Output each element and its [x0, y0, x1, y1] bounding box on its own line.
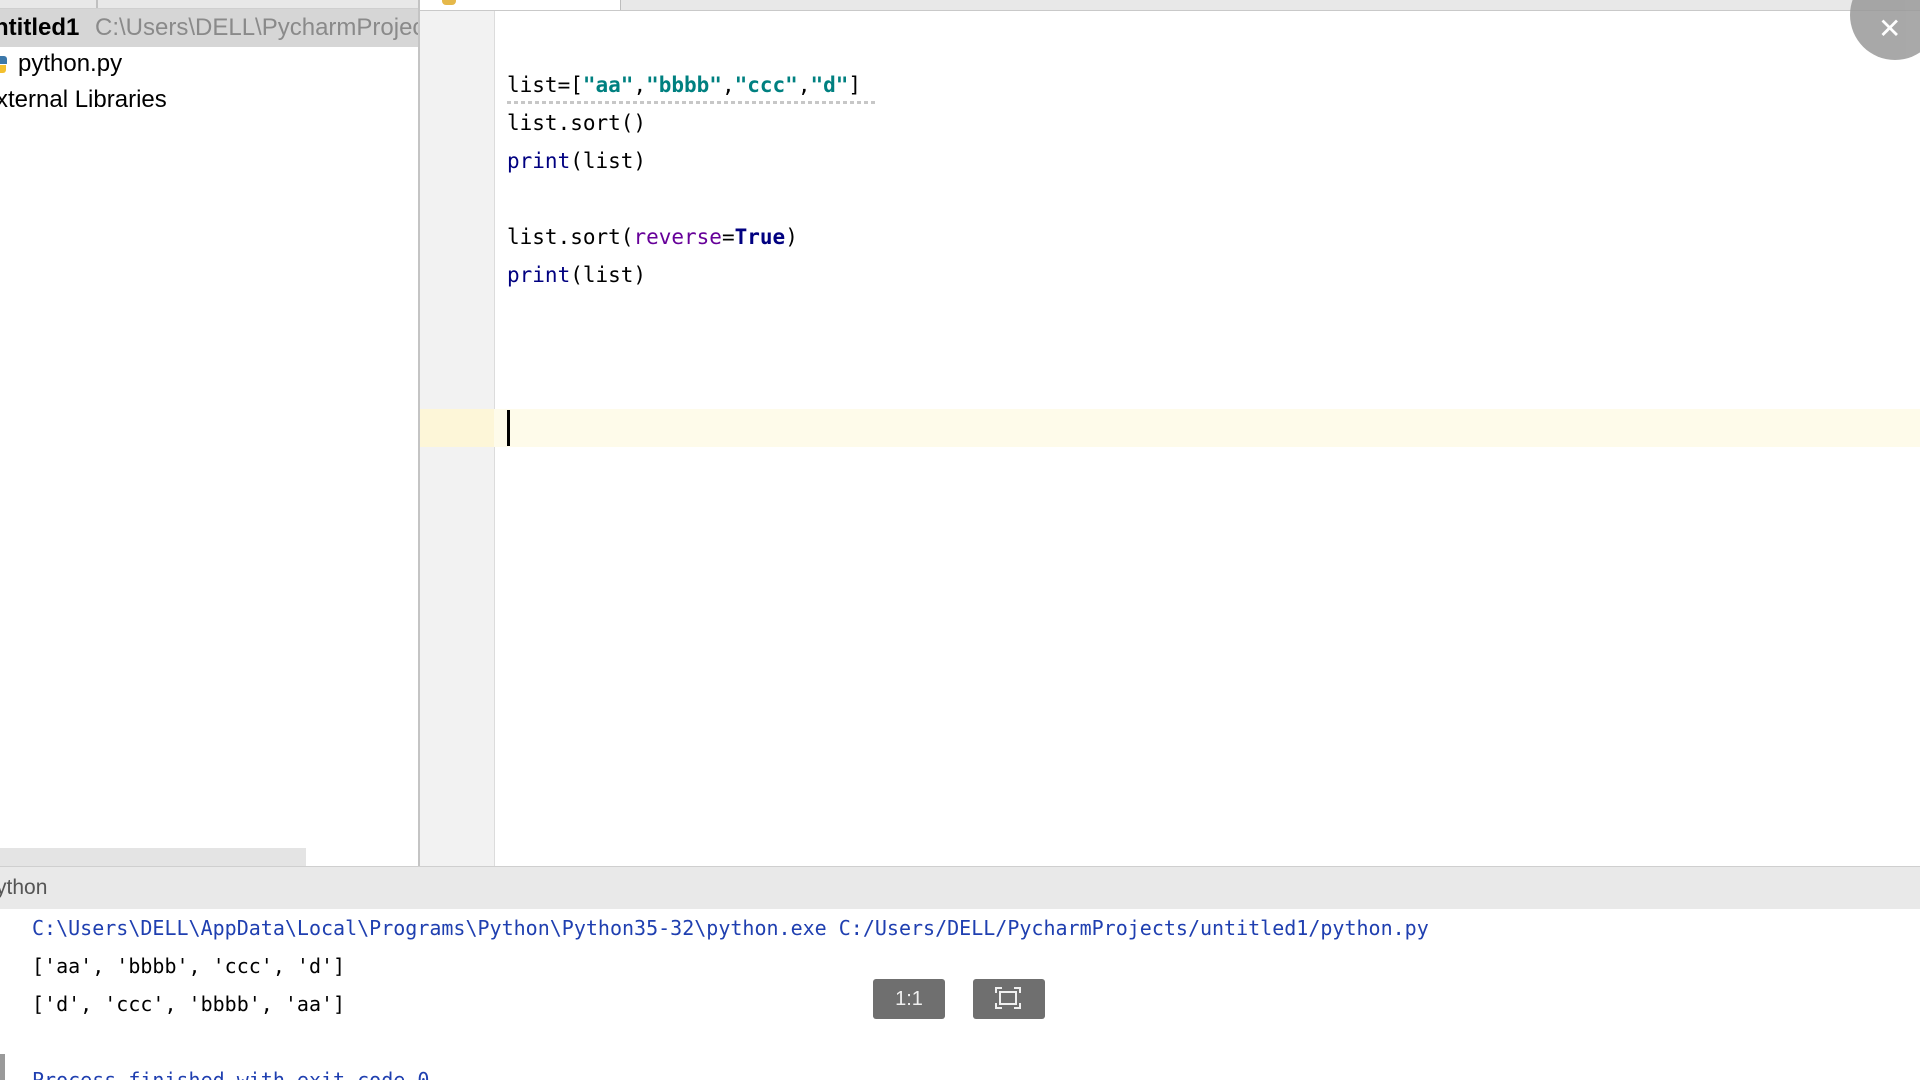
project-panel-scrollbar[interactable]	[0, 848, 306, 866]
project-root-path: C:\Users\DELL\PycharmProjec	[95, 14, 418, 41]
current-line-highlight	[420, 409, 1920, 447]
zoom-actual-size-button[interactable]: 1:1	[873, 979, 945, 1019]
zoom-fit-button[interactable]	[973, 979, 1045, 1019]
project-root-row[interactable]: ntitled1 C:\Users\DELL\PycharmProjec	[0, 9, 418, 47]
console-output-line: ['d', 'ccc', 'bbbb', 'aa']	[32, 992, 346, 1016]
code-line-6[interactable]: print(list)	[507, 256, 646, 294]
tree-item-label: xternal Libraries	[0, 86, 167, 113]
console-output-line: ['aa', 'bbbb', 'ccc', 'd']	[32, 954, 346, 978]
text-caret	[507, 410, 510, 446]
console-command-line: C:\Users\DELL\AppData\Local\Programs\Pyt…	[32, 916, 1429, 940]
code-line-1[interactable]: list=["aa","bbbb","ccc","d"]	[507, 66, 861, 104]
code-line-3[interactable]: print(list)	[507, 142, 646, 180]
code-line-5[interactable]: list.sort(reverse=True)	[507, 218, 798, 256]
project-panel: ntitled1 C:\Users\DELL\PycharmProjec pyt…	[0, 0, 420, 866]
editor-tabstrip	[420, 0, 1920, 11]
console-exit-line: Process finished with exit code 0	[32, 1068, 430, 1080]
close-icon: ✕	[1878, 12, 1902, 45]
python-file-icon	[442, 0, 456, 5]
console-toolbar-edge	[0, 1054, 5, 1080]
run-panel-header: ython	[0, 866, 1920, 910]
project-root-name: ntitled1	[0, 14, 80, 41]
run-panel-title[interactable]: ython	[0, 867, 47, 909]
code-line-2[interactable]: list.sort()	[507, 104, 646, 142]
python-file-icon	[0, 56, 7, 73]
tree-item-label: python.py	[18, 50, 123, 77]
editor-tab-python-py[interactable]	[420, 0, 621, 10]
project-panel-tabstrip	[0, 0, 418, 9]
fit-to-screen-icon	[995, 987, 1021, 1009]
run-console[interactable]: C:\Users\DELL\AppData\Local\Programs\Pyt…	[0, 909, 1920, 1080]
screenshot-root: ntitled1 C:\Users\DELL\PycharmProjec pyt…	[0, 0, 1920, 1080]
